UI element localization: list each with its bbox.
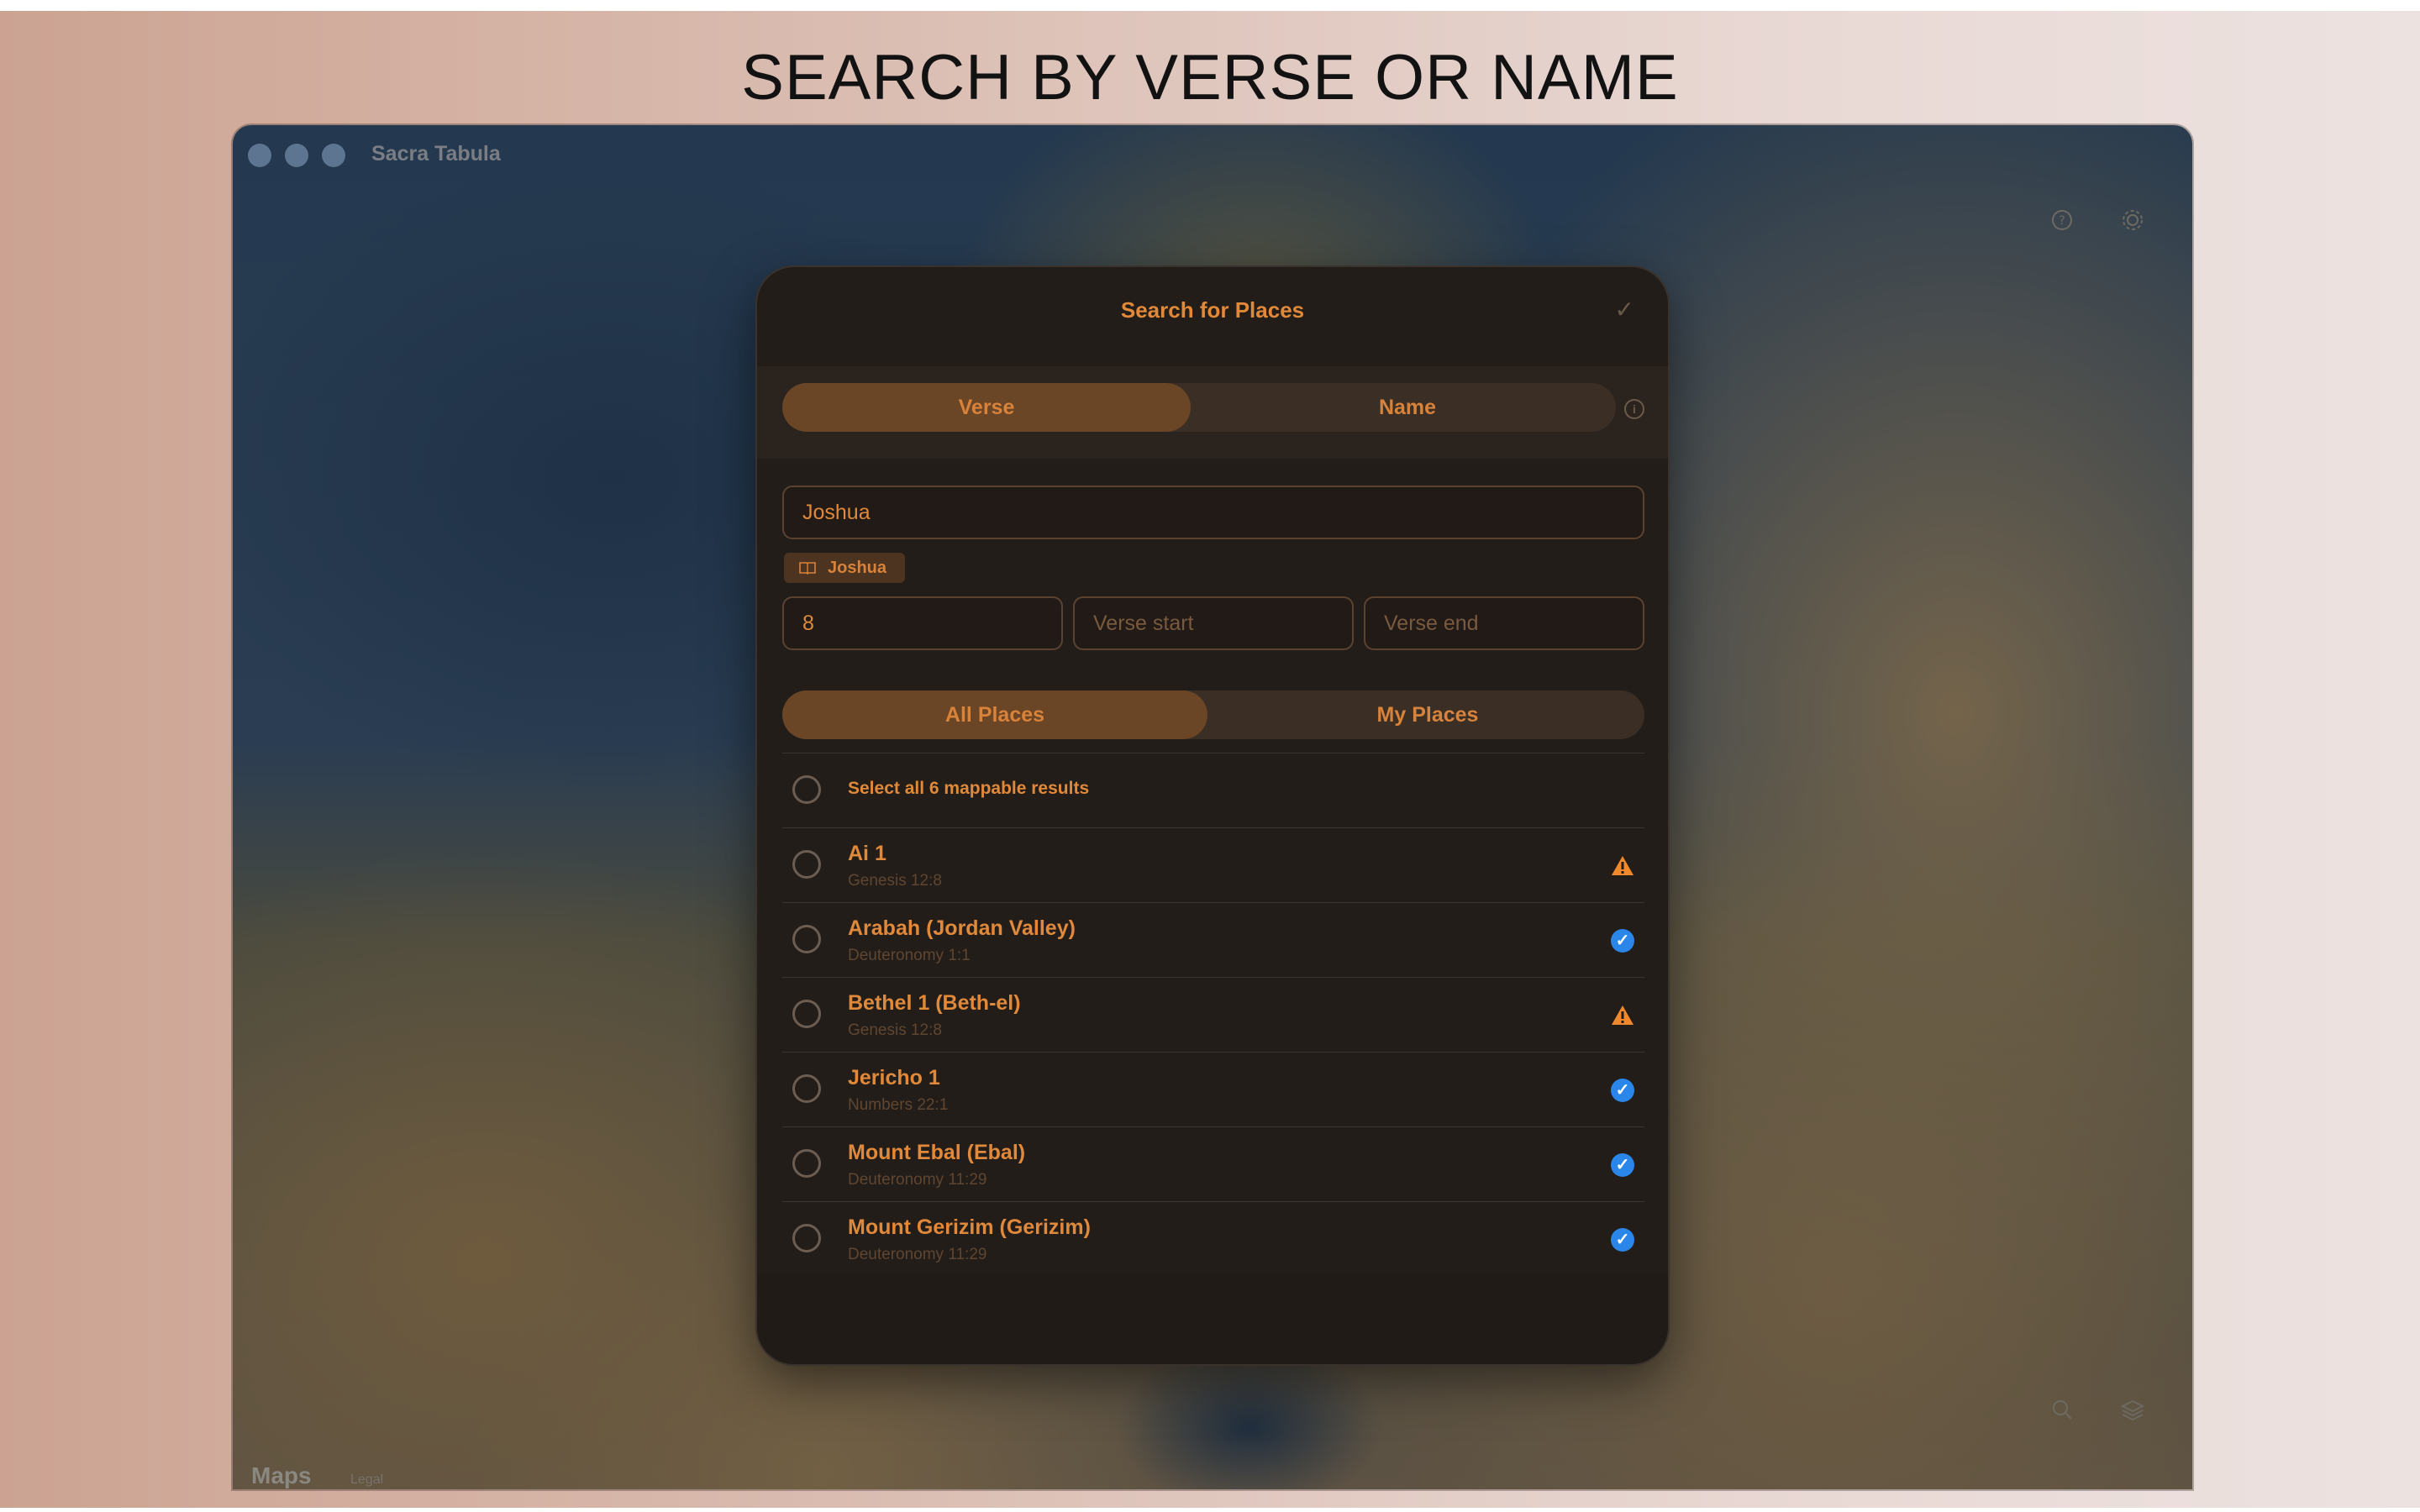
minimize-window-button[interactable] [285, 144, 308, 167]
zoom-window-button[interactable] [322, 144, 345, 167]
search-dialog: Search for Places ✓ Verse Name i Joshua … [757, 267, 1668, 1364]
book-search-input[interactable]: Joshua [782, 486, 1644, 539]
select-all-label: Select all 6 mappable results [848, 779, 1090, 798]
place-reference: Deuteronomy 1:1 [848, 947, 971, 964]
mode-segmented-control: Verse Name [782, 383, 1616, 432]
info-icon[interactable]: i [1624, 399, 1644, 419]
book-suggestion-chip[interactable]: Joshua [784, 553, 906, 583]
list-item[interactable]: Mount Ebal (Ebal) Deuteronomy 11:29 ✓ [782, 1126, 1644, 1201]
result-radio[interactable] [792, 925, 821, 953]
result-radio[interactable] [792, 1149, 821, 1178]
verified-check-icon: ✓ [1611, 1228, 1634, 1252]
map-water-feature [1115, 1343, 1384, 1489]
chapter-input[interactable]: 8 [782, 596, 1063, 650]
backdrop: SEARCH BY VERSE OR NAME Sacra Tabula ? M… [0, 11, 2420, 1508]
warning-icon [1611, 1004, 1634, 1027]
layers-icon[interactable] [2120, 1397, 2145, 1422]
result-radio[interactable] [792, 1074, 821, 1103]
place-name: Bethel 1 (Beth-el) [848, 991, 1021, 1015]
place-name: Jericho 1 [848, 1066, 940, 1089]
gear-icon[interactable] [2120, 207, 2145, 233]
list-item[interactable]: Jericho 1 Numbers 22:1 ✓ [782, 1052, 1644, 1126]
result-radio[interactable] [792, 1224, 821, 1252]
tab-name[interactable]: Name [1199, 383, 1616, 432]
verse-start-input[interactable]: Verse start [1073, 596, 1354, 650]
legal-link[interactable]: Legal [350, 1473, 383, 1488]
list-item[interactable]: Bethel 1 (Beth-el) Genesis 12:8 [782, 977, 1644, 1052]
dialog-footer [757, 1273, 1668, 1364]
list-item[interactable]: Ai 1 Genesis 12:8 [782, 827, 1644, 902]
tab-my-places[interactable]: My Places [1211, 690, 1644, 739]
place-reference: Numbers 22:1 [848, 1096, 949, 1114]
place-name: Mount Ebal (Ebal) [848, 1141, 1026, 1164]
place-reference: Genesis 12:8 [848, 872, 942, 890]
result-radio[interactable] [792, 850, 821, 879]
tab-all-places[interactable]: All Places [782, 690, 1207, 739]
results-list: Select all 6 mappable results Ai 1 Genes… [782, 753, 1644, 1276]
verse-end-input[interactable]: Verse end [1364, 596, 1644, 650]
verified-check-icon: ✓ [1611, 929, 1634, 953]
list-item[interactable]: Mount Gerizim (Gerizim) Deuteronomy 11:2… [782, 1201, 1644, 1276]
scope-segmented-control: All Places My Places [782, 690, 1644, 739]
place-reference: Genesis 12:8 [848, 1021, 942, 1039]
close-window-button[interactable] [248, 144, 271, 167]
select-all-radio[interactable] [792, 775, 821, 804]
place-reference: Deuteronomy 11:29 [848, 1171, 987, 1189]
dialog-title: Search for Places [1120, 297, 1305, 323]
maps-logo-text: Maps [251, 1462, 312, 1488]
maps-logo: Maps [251, 1462, 312, 1489]
verified-check-icon: ✓ [1611, 1153, 1634, 1177]
select-all-row[interactable]: Select all 6 mappable results [782, 753, 1644, 827]
tab-verse[interactable]: Verse [782, 383, 1191, 432]
place-reference: Deuteronomy 11:29 [848, 1246, 987, 1263]
list-item[interactable]: Arabah (Jordan Valley) Deuteronomy 1:1 ✓ [782, 902, 1644, 977]
verified-check-icon: ✓ [1611, 1079, 1634, 1102]
place-name: Ai 1 [848, 842, 886, 865]
warning-icon [1611, 854, 1634, 878]
magnifier-icon[interactable] [2049, 1397, 2075, 1422]
svg-text:?: ? [2059, 214, 2065, 228]
place-name: Arabah (Jordan Valley) [848, 916, 1076, 940]
headline: SEARCH BY VERSE OR NAME [741, 42, 1679, 113]
place-name: Mount Gerizim (Gerizim) [848, 1215, 1091, 1239]
book-chip-label: Joshua [828, 559, 887, 577]
window-title: Sacra Tabula [371, 142, 501, 165]
result-radio[interactable] [792, 1000, 821, 1028]
help-icon[interactable]: ? [2049, 207, 2075, 233]
done-checkmark-icon[interactable]: ✓ [1615, 296, 1634, 323]
book-icon [799, 553, 816, 583]
